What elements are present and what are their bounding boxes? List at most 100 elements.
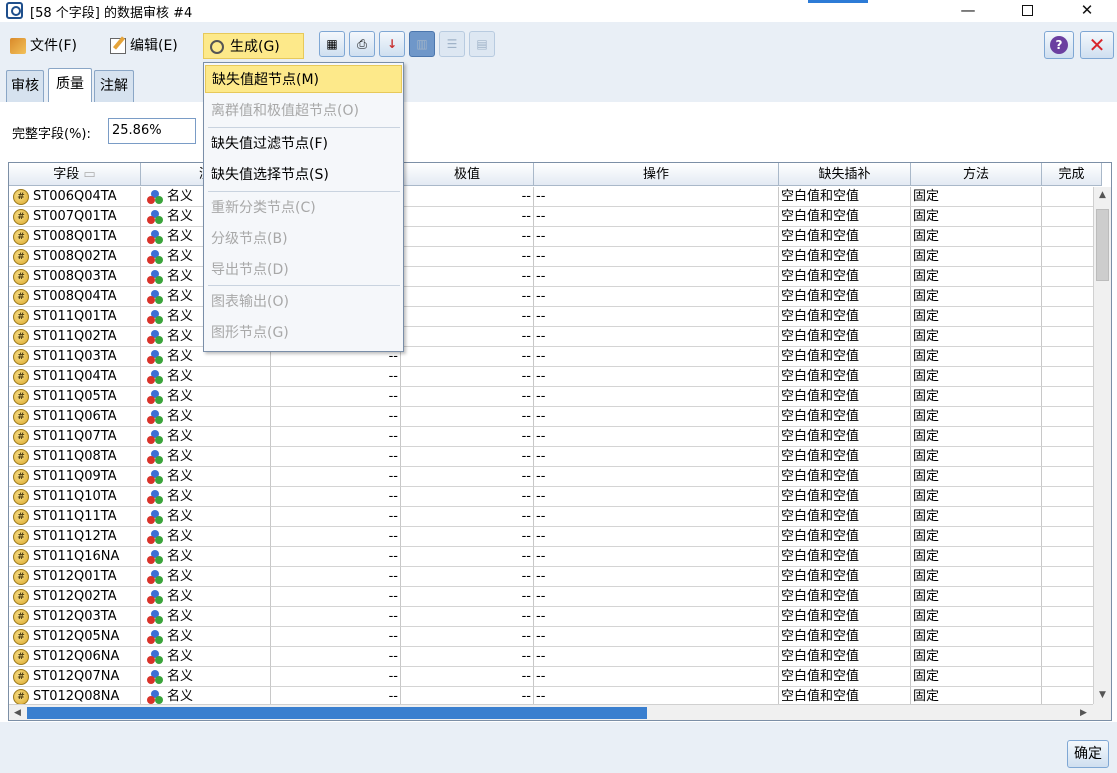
- impute-cell[interactable]: 空白值和空值: [779, 507, 911, 527]
- method-cell[interactable]: 固定: [911, 367, 1042, 387]
- method-cell[interactable]: 固定: [911, 407, 1042, 427]
- impute-cell[interactable]: 空白值和空值: [779, 267, 911, 287]
- minimize-button[interactable]: —: [945, 0, 991, 22]
- header-field[interactable]: 字段 ▭: [9, 163, 141, 186]
- menu-generate[interactable]: 生成(G): [203, 33, 304, 59]
- action-cell[interactable]: --: [534, 307, 779, 327]
- generate-menu-item[interactable]: 缺失值过滤节点(F): [205, 130, 402, 158]
- impute-cell[interactable]: 空白值和空值: [779, 487, 911, 507]
- impute-cell[interactable]: 空白值和空值: [779, 467, 911, 487]
- export-button[interactable]: ▦: [319, 31, 345, 57]
- method-cell[interactable]: 固定: [911, 547, 1042, 567]
- action-cell[interactable]: --: [534, 267, 779, 287]
- method-cell[interactable]: 固定: [911, 187, 1042, 207]
- table-row[interactable]: # ST012Q02TA 名义 -- -- -- 空白值和空值 固定: [9, 587, 1111, 607]
- action-cell[interactable]: --: [534, 507, 779, 527]
- impute-cell[interactable]: 空白值和空值: [779, 527, 911, 547]
- action-cell[interactable]: --: [534, 667, 779, 687]
- header-impute[interactable]: 缺失插补: [779, 163, 911, 186]
- table-row[interactable]: # ST012Q01TA 名义 -- -- -- 空白值和空值 固定: [9, 567, 1111, 587]
- table-row[interactable]: # ST008Q04TA 名义 -- -- 空白值和空值 固定: [9, 287, 1111, 307]
- action-cell[interactable]: --: [534, 207, 779, 227]
- method-cell[interactable]: 固定: [911, 607, 1042, 627]
- impute-cell[interactable]: 空白值和空值: [779, 227, 911, 247]
- impute-cell[interactable]: 空白值和空值: [779, 427, 911, 447]
- method-cell[interactable]: 固定: [911, 447, 1042, 467]
- table-row[interactable]: # ST012Q05NA 名义 -- -- -- 空白值和空值 固定: [9, 627, 1111, 647]
- header-action[interactable]: 操作: [534, 163, 779, 186]
- vertical-scroll-thumb[interactable]: [1096, 209, 1109, 281]
- method-cell[interactable]: 固定: [911, 347, 1042, 367]
- method-cell[interactable]: 固定: [911, 247, 1042, 267]
- close-output-button[interactable]: ✕: [1080, 31, 1114, 59]
- impute-cell[interactable]: 空白值和空值: [779, 567, 911, 587]
- table-row[interactable]: # ST011Q09TA 名义 -- -- -- 空白值和空值 固定: [9, 467, 1111, 487]
- method-cell[interactable]: 固定: [911, 667, 1042, 687]
- impute-cell[interactable]: 空白值和空值: [779, 327, 911, 347]
- action-cell[interactable]: --: [534, 247, 779, 267]
- impute-cell[interactable]: 空白值和空值: [779, 347, 911, 367]
- impute-cell[interactable]: 空白值和空值: [779, 647, 911, 667]
- action-cell[interactable]: --: [534, 627, 779, 647]
- action-cell[interactable]: --: [534, 227, 779, 247]
- tab-audit[interactable]: 审核: [6, 70, 44, 102]
- scroll-up-icon[interactable]: ▲: [1094, 187, 1111, 204]
- impute-cell[interactable]: 空白值和空值: [779, 247, 911, 267]
- impute-cell[interactable]: 空白值和空值: [779, 387, 911, 407]
- impute-cell[interactable]: 空白值和空值: [779, 667, 911, 687]
- table-row[interactable]: # ST011Q11TA 名义 -- -- -- 空白值和空值 固定: [9, 507, 1111, 527]
- action-cell[interactable]: --: [534, 287, 779, 307]
- scroll-right-icon[interactable]: ▶: [1075, 705, 1092, 720]
- vertical-scrollbar[interactable]: ▲ ▼: [1093, 187, 1111, 704]
- method-cell[interactable]: 固定: [911, 507, 1042, 527]
- impute-cell[interactable]: 空白值和空值: [779, 407, 911, 427]
- method-cell[interactable]: 固定: [911, 487, 1042, 507]
- table-row[interactable]: # ST011Q16NA 名义 -- -- -- 空白值和空值 固定: [9, 547, 1111, 567]
- menu-edit[interactable]: 编辑(E): [104, 33, 184, 59]
- method-cell[interactable]: 固定: [911, 327, 1042, 347]
- action-cell[interactable]: --: [534, 467, 779, 487]
- table-row[interactable]: # ST012Q03TA 名义 -- -- -- 空白值和空值 固定: [9, 607, 1111, 627]
- table-row[interactable]: # ST011Q06TA 名义 -- -- -- 空白值和空值 固定: [9, 407, 1111, 427]
- table-row[interactable]: # ST011Q03TA 名义 -- -- -- 空白值和空值 固定: [9, 347, 1111, 367]
- impute-cell[interactable]: 空白值和空值: [779, 287, 911, 307]
- list-view-button[interactable]: ☰: [439, 31, 465, 57]
- table-row[interactable]: # ST008Q01TA 名义 -- -- 空白值和空值 固定: [9, 227, 1111, 247]
- table-row[interactable]: # ST008Q02TA 名义 -- -- 空白值和空值 固定: [9, 247, 1111, 267]
- table-row[interactable]: # ST011Q07TA 名义 -- -- -- 空白值和空值 固定: [9, 427, 1111, 447]
- action-cell[interactable]: --: [534, 607, 779, 627]
- table-row[interactable]: # ST007Q01TA 名义 -- -- 空白值和空值 固定: [9, 207, 1111, 227]
- impute-cell[interactable]: 空白值和空值: [779, 447, 911, 467]
- generate-menu-item[interactable]: 缺失值选择节点(S): [205, 161, 402, 189]
- sort-button[interactable]: ↓: [379, 31, 405, 57]
- action-cell[interactable]: --: [534, 387, 779, 407]
- method-cell[interactable]: 固定: [911, 427, 1042, 447]
- action-cell[interactable]: --: [534, 567, 779, 587]
- impute-cell[interactable]: 空白值和空值: [779, 607, 911, 627]
- action-cell[interactable]: --: [534, 367, 779, 387]
- action-cell[interactable]: --: [534, 547, 779, 567]
- window-close-button[interactable]: ✕: [1064, 0, 1110, 22]
- table-row[interactable]: # ST011Q02TA 名义 -- -- 空白值和空值 固定: [9, 327, 1111, 347]
- ok-button[interactable]: 确定: [1067, 740, 1109, 768]
- tab-quality[interactable]: 质量: [48, 68, 92, 102]
- impute-cell[interactable]: 空白值和空值: [779, 207, 911, 227]
- method-cell[interactable]: 固定: [911, 227, 1042, 247]
- table-row[interactable]: # ST008Q03TA 名义 -- -- 空白值和空值 固定: [9, 267, 1111, 287]
- method-cell[interactable]: 固定: [911, 387, 1042, 407]
- action-cell[interactable]: --: [534, 407, 779, 427]
- method-cell[interactable]: 固定: [911, 307, 1042, 327]
- method-cell[interactable]: 固定: [911, 587, 1042, 607]
- impute-cell[interactable]: 空白值和空值: [779, 627, 911, 647]
- method-cell[interactable]: 固定: [911, 267, 1042, 287]
- table-row[interactable]: # ST011Q01TA 名义 -- -- 空白值和空值 固定: [9, 307, 1111, 327]
- impute-cell[interactable]: 空白值和空值: [779, 307, 911, 327]
- action-cell[interactable]: --: [534, 487, 779, 507]
- method-cell[interactable]: 固定: [911, 567, 1042, 587]
- table-row[interactable]: # ST006Q04TA 名义 -- -- 空白值和空值 固定: [9, 187, 1111, 207]
- header-method[interactable]: 方法: [911, 163, 1042, 186]
- help-button[interactable]: ?: [1044, 31, 1074, 59]
- action-cell[interactable]: --: [534, 427, 779, 447]
- header-extremes[interactable]: 极值: [401, 163, 534, 186]
- table-row[interactable]: # ST011Q04TA 名义 -- -- -- 空白值和空值 固定: [9, 367, 1111, 387]
